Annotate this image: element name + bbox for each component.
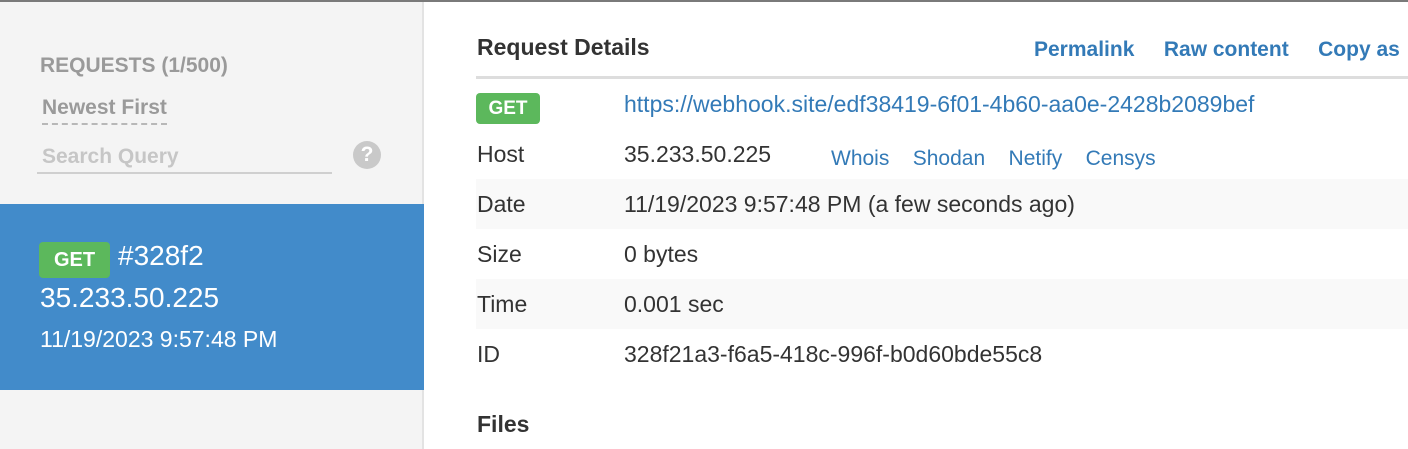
detail-row-size: Size 0 bytes: [476, 229, 1408, 279]
censys-link[interactable]: Censys: [1086, 147, 1156, 170]
files-section-title: Files: [477, 411, 530, 437]
method-badge: GET: [476, 93, 540, 124]
detail-row-id: ID 328f21a3-f6a5-418c-996f-b0d60bde55c8: [476, 329, 1408, 379]
netify-link[interactable]: Netify: [1009, 147, 1063, 170]
detail-row-url: GET https://webhook.site/edf38419-6f01-4…: [476, 79, 1408, 129]
detail-row-host: Host 35.233.50.225 Whois Shodan Netify C…: [476, 129, 1408, 179]
request-actions: Permalink Raw content Copy as: [1034, 38, 1408, 62]
search-input[interactable]: [37, 142, 332, 172]
sort-order-select[interactable]: Newest First: [42, 96, 167, 125]
host-value: 35.233.50.225: [624, 141, 772, 167]
request-ip: 35.233.50.225: [40, 282, 220, 313]
time-value: 0.001 sec: [624, 291, 724, 317]
search-field: [37, 142, 332, 174]
detail-row-date: Date 11/19/2023 9:57:48 PM (a few second…: [476, 179, 1408, 229]
date-label: Date: [477, 191, 526, 217]
raw-content-link[interactable]: Raw content: [1164, 38, 1289, 61]
permalink-link[interactable]: Permalink: [1034, 38, 1134, 61]
page-title: Request Details: [477, 34, 650, 60]
method-badge: GET: [39, 242, 110, 278]
requests-header: REQUESTS (1/500): [40, 54, 228, 77]
webhook-url-link[interactable]: https://webhook.site/edf38419-6f01-4b60-…: [624, 91, 1254, 118]
date-value: 11/19/2023 9:57:48 PM (a few seconds ago…: [624, 191, 1075, 217]
help-icon[interactable]: ?: [353, 141, 381, 169]
time-label: Time: [477, 291, 528, 317]
host-label: Host: [477, 141, 525, 167]
request-details-table: GET https://webhook.site/edf38419-6f01-4…: [476, 76, 1408, 379]
request-id-short: #328f2: [118, 240, 204, 271]
size-value: 0 bytes: [624, 241, 699, 267]
shodan-link[interactable]: Shodan: [913, 147, 985, 170]
copy-as-link[interactable]: Copy as: [1318, 38, 1400, 61]
whois-link[interactable]: Whois: [831, 147, 889, 170]
sidebar: REQUESTS (1/500) Newest First ? GET #328…: [0, 2, 424, 449]
id-value: 328f21a3-f6a5-418c-996f-b0d60bde55c8: [624, 341, 1043, 367]
detail-row-time: Time 0.001 sec: [476, 279, 1408, 329]
request-list-item-selected[interactable]: GET #328f2 35.233.50.225 11/19/2023 9:57…: [0, 204, 424, 390]
size-label: Size: [477, 241, 522, 267]
request-date: 11/19/2023 9:57:48 PM: [40, 326, 278, 352]
id-label: ID: [477, 341, 500, 367]
host-lookup-links: Whois Shodan Netify Censys: [831, 144, 1173, 171]
